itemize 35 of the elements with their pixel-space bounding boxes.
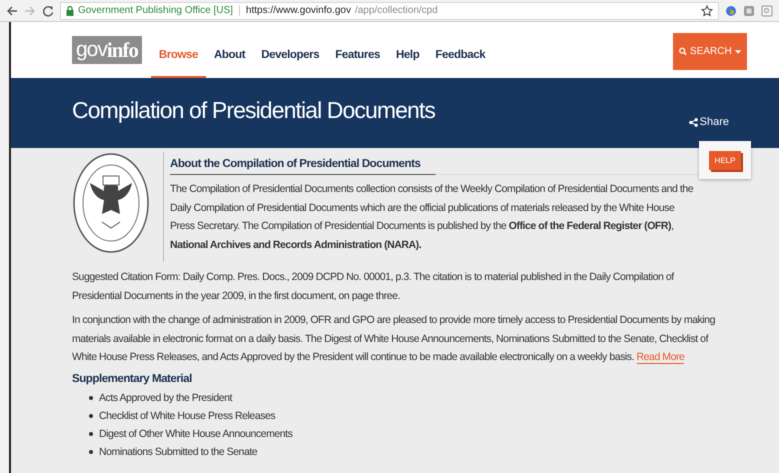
nav-link[interactable]: Developers — [253, 34, 328, 78]
nav-link[interactable]: Feedback — [427, 34, 494, 78]
extension-icon[interactable] — [743, 4, 755, 16]
url-host: https://www.govinfo.gov — [246, 5, 351, 16]
reload-icon[interactable] — [42, 4, 54, 16]
bullet-icon — [89, 414, 93, 418]
lock-icon — [66, 6, 74, 16]
section-heading: Supplementary Material — [72, 372, 193, 384]
about-paragraph: The Compilation of Presidential Documents collection consists of the Weekly Compilation of Presidential Documents and the Daily Compilation of Presidential Documents which are the official publications of materials released by the White House Press Secretary. The Compilation of Presidential Documents is published by the Office of the Federal Register (OFR), National Archives and Records Administration (NARA). — [170, 182, 694, 252]
info-paragraph: In conjunction with the change of administration in 2009, OFR and GPO are pleased to provide more timely access to Presidential Documents by making materials available in electronic format on a daily basis. The Digest of White House Announcements, Nominations Submitted to the Senate, Checklist of White House Press Releases, and Acts Approved by the President will continue to be made available electronically on a weekly basis. Read More — [72, 313, 716, 366]
address-bar[interactable]: Government Publishing Office [US] https://www.govinfo.gov /app/collection/cpd — [60, 2, 719, 20]
star-icon[interactable] — [701, 4, 713, 16]
citation-paragraph: Suggested Citation Form: Daily Comp. Pres. Docs., 2009 DCPD No. 00001, p.3. The citation is to material published in the Daily Compilation of Presidential Documents in the year 2009, in the first document, on page three. — [72, 270, 676, 304]
supplementary-link[interactable]: Checklist of White House Press Releases — [99, 406, 276, 424]
share-icon — [688, 118, 698, 126]
supplementary-link[interactable]: Acts Approved by the President — [99, 388, 232, 406]
supplementary-link[interactable]: Nominations Submitted to the Senate — [99, 442, 258, 460]
bullet-icon — [89, 396, 93, 400]
nav-link[interactable]: About — [206, 34, 254, 78]
supplementary-link[interactable]: Digest of Other White House Announcements — [99, 424, 292, 442]
nav-link[interactable]: Features — [327, 34, 388, 78]
url-path: /app/collection/cpd — [354, 5, 439, 16]
bullet-icon — [89, 450, 93, 454]
help-button[interactable]: HELP — [708, 150, 742, 170]
site-identity: Government Publishing Office [US] — [78, 5, 233, 16]
share-link[interactable]: Share — [688, 116, 729, 128]
back-arrow-icon[interactable] — [6, 4, 18, 16]
nav-link[interactable]: Help — [388, 34, 428, 78]
page-title: Compilation of Presidential Documents — [72, 96, 436, 124]
extension-icon[interactable] — [761, 4, 773, 16]
globe-icon[interactable] — [725, 4, 737, 16]
caret-icon — [734, 50, 741, 54]
section-heading: About the Compilation of Presidential Documents — [170, 158, 422, 170]
bullet-icon — [89, 432, 93, 436]
search-icon — [679, 47, 688, 56]
